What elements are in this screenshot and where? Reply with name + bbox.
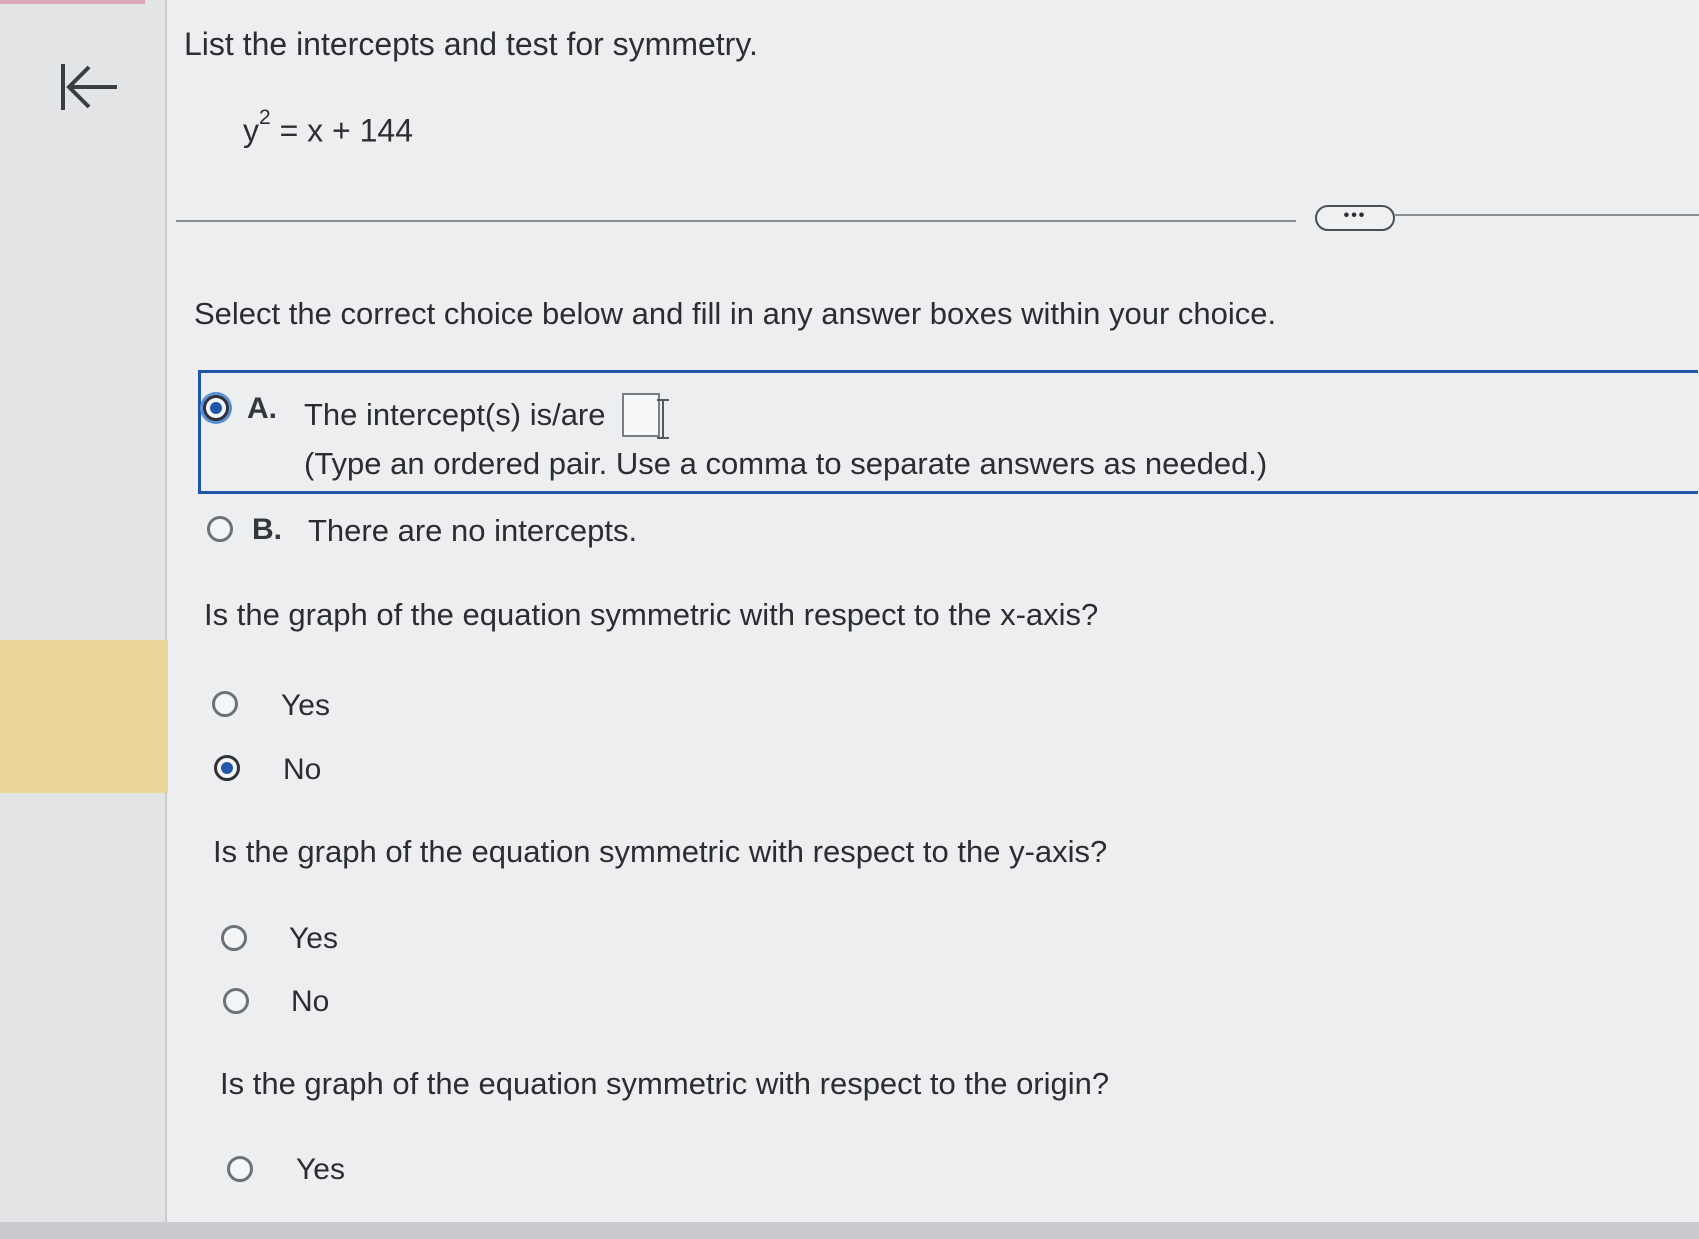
app-window: List the intercepts and test for symmetr… <box>0 0 1699 1239</box>
x-axis-question: Is the graph of the equation symmetric w… <box>204 597 1099 632</box>
x-axis-yes-radio[interactable] <box>212 691 238 717</box>
choice-b-text: There are no intercepts. <box>308 513 638 548</box>
question-content: List the intercepts and test for symmetr… <box>176 0 1699 1239</box>
choice-a-hint: (Type an ordered pair. Use a comma to se… <box>304 446 1268 481</box>
y-axis-no-label: No <box>291 985 330 1018</box>
sidebar-top-strip <box>0 0 145 4</box>
y-axis-yes-radio[interactable] <box>221 925 247 951</box>
more-options-button[interactable]: ••• <box>1315 205 1395 231</box>
x-axis-no-label: No <box>283 753 322 786</box>
sidebar <box>0 0 168 1239</box>
origin-question: Is the graph of the equation symmetric w… <box>220 1066 1110 1101</box>
instruction-text: Select the correct choice below and fill… <box>194 296 1277 331</box>
section-divider-right <box>1395 214 1699 216</box>
collapse-left-icon <box>61 64 117 110</box>
equation-exponent: 2 <box>259 106 271 129</box>
y-axis-question: Is the graph of the equation symmetric w… <box>213 834 1108 869</box>
origin-yes-radio[interactable] <box>227 1156 253 1182</box>
text-cursor-icon <box>657 399 669 439</box>
choice-b-letter: B. <box>252 513 282 546</box>
choice-a-letter: A. <box>247 392 277 425</box>
equation: y2 = x + 144 <box>243 106 414 150</box>
origin-yes-label: Yes <box>296 1153 345 1186</box>
bottom-edge <box>0 1222 1699 1239</box>
sidebar-highlight <box>0 640 168 793</box>
question-title: List the intercepts and test for symmetr… <box>184 26 758 62</box>
section-divider <box>176 220 1296 222</box>
equation-base: y <box>243 112 259 149</box>
y-axis-no-radio[interactable] <box>223 988 249 1014</box>
choice-b-radio[interactable] <box>207 516 233 542</box>
y-axis-yes-label: Yes <box>289 922 338 955</box>
x-axis-yes-label: Yes <box>281 689 330 722</box>
collapse-sidebar-button[interactable] <box>55 58 125 118</box>
choice-a-text: The intercept(s) is/are <box>304 397 606 432</box>
choice-a-radio[interactable] <box>203 395 229 421</box>
equation-rest: = x + 144 <box>270 112 414 149</box>
x-axis-no-radio[interactable] <box>214 755 240 781</box>
